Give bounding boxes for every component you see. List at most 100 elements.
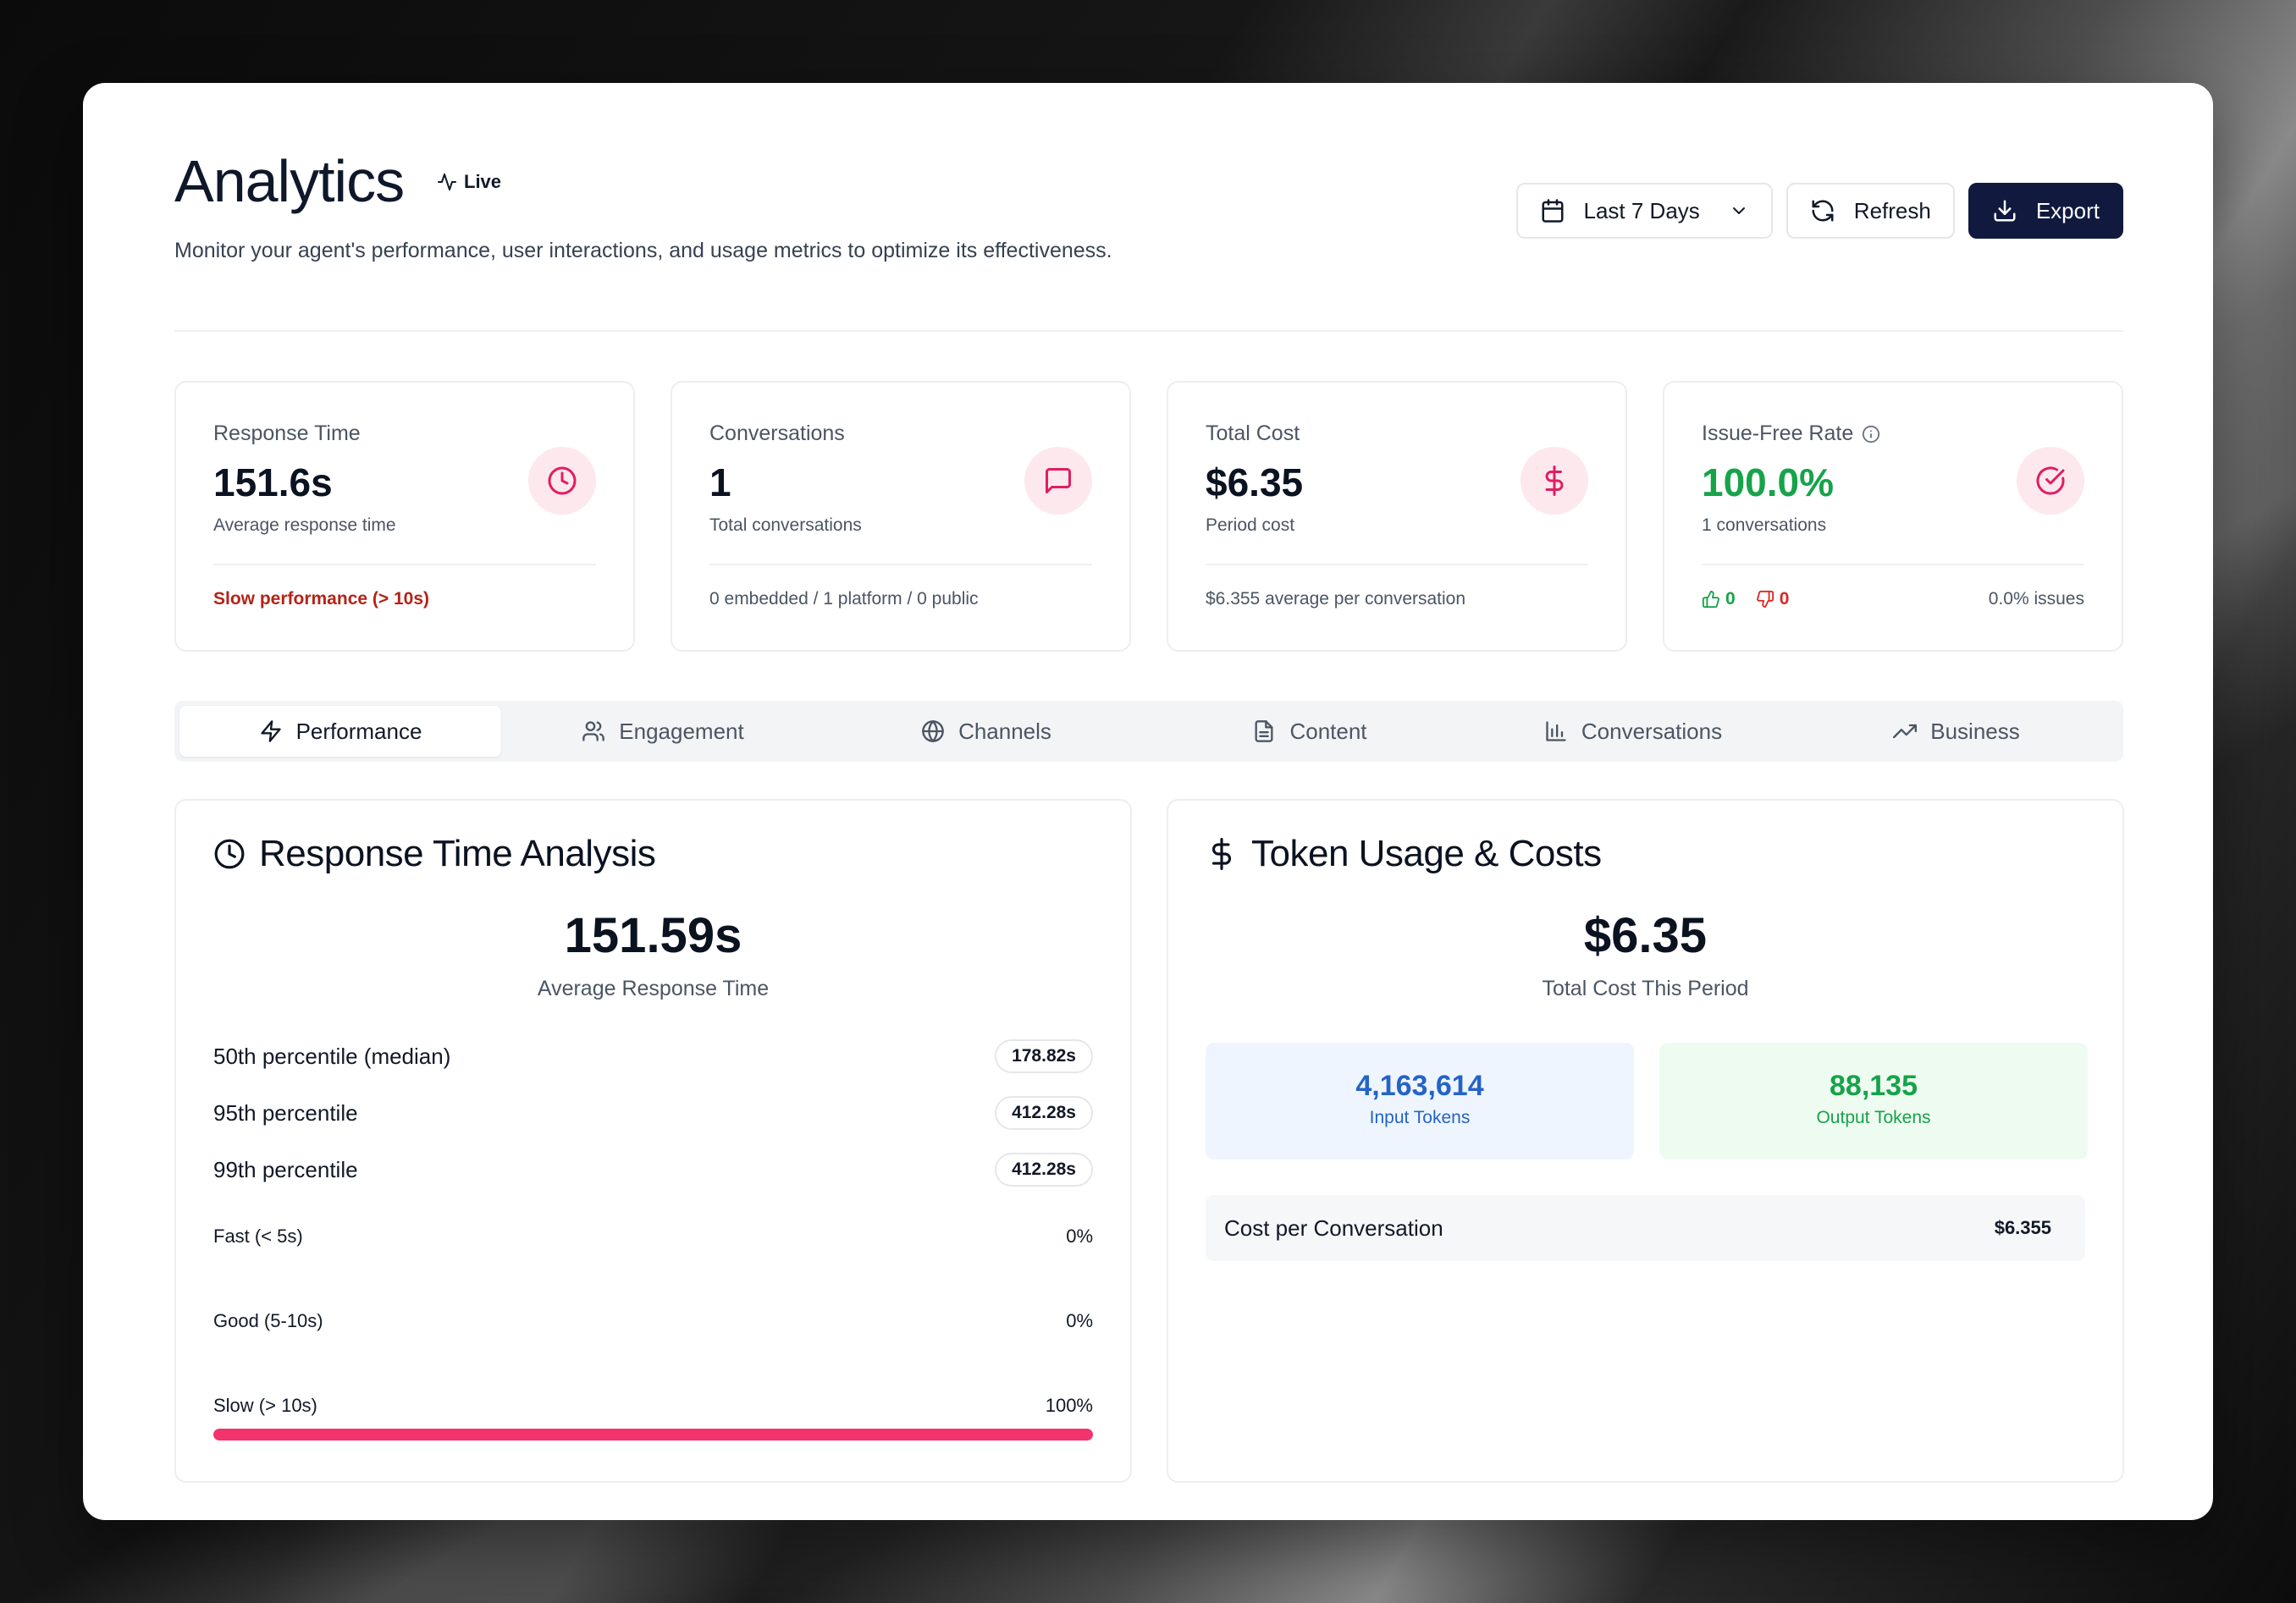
stat-divider bbox=[213, 564, 596, 565]
bar-chart-icon bbox=[1546, 721, 1566, 741]
refresh-button[interactable]: Refresh bbox=[1785, 183, 1955, 239]
percentile-value: 412.28s bbox=[995, 1096, 1093, 1130]
activity-icon bbox=[438, 174, 456, 190]
percentile-value: 178.82s bbox=[995, 1039, 1093, 1073]
calendar-icon bbox=[1542, 199, 1563, 223]
percentile-row: 99th percentile 412.28s bbox=[213, 1153, 1093, 1187]
tab-performance[interactable]: Performance bbox=[179, 706, 501, 757]
header-divider bbox=[174, 330, 2123, 332]
token-usage-panel: Token Usage & Costs $6.35 Total Cost Thi… bbox=[1167, 799, 2124, 1483]
tab-business[interactable]: Business bbox=[1795, 706, 2118, 757]
tab-channels[interactable]: Channels bbox=[825, 706, 1148, 757]
stat-sub: Period cost bbox=[1206, 515, 1295, 535]
dollar-sign-icon bbox=[1211, 838, 1231, 870]
stat-label: Response Time bbox=[213, 421, 361, 445]
thumbs-down-count: 0 bbox=[1756, 589, 1790, 609]
zap-icon bbox=[260, 720, 281, 742]
stat-cards: Response Time 151.6s Average response ti… bbox=[174, 381, 2123, 652]
stat-label: Conversations bbox=[709, 421, 845, 445]
output-tokens-box: 88,135 Output Tokens bbox=[1659, 1043, 2088, 1160]
tab-label: Content bbox=[1289, 718, 1367, 744]
date-range-label: Last 7 Days bbox=[1583, 197, 1700, 223]
clock-icon bbox=[528, 447, 596, 515]
page-title: Analytics bbox=[174, 148, 405, 214]
tab-content[interactable]: Content bbox=[1148, 706, 1471, 757]
distribution-value: 0% bbox=[1066, 1226, 1093, 1247]
percentile-label: 95th percentile bbox=[213, 1099, 358, 1126]
stat-card-conversations: Conversations 1 Total conversations 0 em… bbox=[671, 381, 1131, 652]
input-tokens-value: 4,163,614 bbox=[1355, 1070, 1484, 1102]
stat-footer-row: 0 0 0.0% issues bbox=[1702, 589, 2084, 609]
stat-label: Issue-Free Rate bbox=[1702, 421, 1854, 445]
avg-response-label: Average Response Time bbox=[537, 977, 770, 1000]
stat-card-response-time: Response Time 151.6s Average response ti… bbox=[174, 381, 635, 652]
percentile-value: 412.28s bbox=[995, 1153, 1093, 1187]
issues-rate: 0.0% issues bbox=[1988, 589, 2084, 609]
panel-title: Response Time Analysis bbox=[213, 833, 656, 875]
date-range-select[interactable]: Last 7 Days bbox=[1515, 183, 1773, 239]
panel-title-text: Response Time Analysis bbox=[259, 833, 656, 874]
export-button[interactable]: Export bbox=[1968, 183, 2123, 239]
avg-response-value: 151.59s bbox=[564, 908, 742, 963]
globe-icon bbox=[922, 720, 944, 742]
trending-up-icon bbox=[1893, 724, 1918, 739]
tab-label: Performance bbox=[295, 718, 422, 744]
page-subtitle: Monitor your agent's performance, user i… bbox=[174, 239, 1112, 262]
percentile-row: 95th percentile 412.28s bbox=[213, 1096, 1093, 1130]
total-cost-label: Total Cost This Period bbox=[1542, 977, 1749, 1000]
clock-icon bbox=[214, 839, 245, 869]
input-tokens-box: 4,163,614 Input Tokens bbox=[1206, 1043, 1634, 1160]
percentile-label: 99th percentile bbox=[213, 1156, 358, 1182]
response-time-panel: Response Time Analysis 151.59s Average R… bbox=[174, 799, 1132, 1483]
input-tokens-label: Input Tokens bbox=[1369, 1108, 1471, 1127]
info-icon[interactable] bbox=[1862, 425, 1880, 443]
header-actions: Last 7 Days Refresh Export bbox=[1515, 183, 2123, 239]
cost-per-conversation-label: Cost per Conversation bbox=[1224, 1215, 1443, 1241]
live-indicator: Live bbox=[437, 171, 501, 193]
stat-divider bbox=[709, 564, 1092, 565]
tab-label: Engagement bbox=[619, 718, 744, 744]
thumbs-down-value: 0 bbox=[1779, 589, 1790, 609]
stat-label: Total Cost bbox=[1206, 421, 1300, 445]
stat-footer: $6.355 average per conversation bbox=[1206, 589, 1466, 609]
stat-divider bbox=[1206, 564, 1588, 565]
dollar-sign-icon bbox=[1521, 447, 1588, 515]
message-square-icon bbox=[1024, 447, 1092, 515]
stat-label-row: Issue-Free Rate bbox=[1702, 421, 2084, 446]
stat-card-total-cost: Total Cost $6.35 Period cost $6.355 aver… bbox=[1167, 381, 1627, 652]
stat-sub: Average response time bbox=[213, 515, 396, 535]
output-tokens-label: Output Tokens bbox=[1816, 1108, 1931, 1127]
distribution-bar-slow bbox=[213, 1429, 1093, 1440]
refresh-label: Refresh bbox=[1853, 197, 1931, 223]
cost-per-conversation-value: $6.355 bbox=[1994, 1217, 2051, 1238]
chevron-down-icon bbox=[1732, 207, 1745, 214]
check-circle-icon bbox=[2017, 447, 2084, 515]
stat-footer-warning: Slow performance (> 10s) bbox=[213, 589, 430, 609]
total-cost-value: $6.35 bbox=[1583, 908, 1708, 963]
distribution-bar-good bbox=[213, 1344, 1093, 1356]
tab-engagement[interactable]: Engagement bbox=[501, 706, 825, 757]
distribution-value: 0% bbox=[1066, 1310, 1093, 1331]
refresh-icon bbox=[1812, 200, 1834, 222]
output-tokens-value: 88,135 bbox=[1830, 1070, 1918, 1102]
distribution-label: Slow (> 10s) bbox=[213, 1395, 317, 1416]
stat-footer: 0 embedded / 1 platform / 0 public bbox=[709, 589, 979, 609]
tab-label: Channels bbox=[958, 718, 1051, 744]
analytics-tabs: Performance Engagement Channels Content … bbox=[174, 701, 2123, 762]
file-text-icon bbox=[1255, 720, 1273, 742]
distribution-row-fast: Fast (< 5s) 0% bbox=[213, 1226, 1093, 1248]
tab-label: Conversations bbox=[1581, 718, 1723, 744]
tab-conversations[interactable]: Conversations bbox=[1471, 706, 1795, 757]
feedback-counts: 0 0 bbox=[1702, 589, 1789, 609]
users-icon bbox=[582, 721, 605, 741]
distribution-value: 100% bbox=[1045, 1395, 1093, 1416]
distribution-fill bbox=[213, 1429, 1093, 1440]
distribution-bar-fast bbox=[213, 1259, 1093, 1271]
stat-card-issue-free-rate: Issue-Free Rate 100.0% 1 conversations 0 bbox=[1663, 381, 2123, 652]
download-icon bbox=[1994, 200, 2016, 222]
distribution-row-good: Good (5-10s) 0% bbox=[213, 1310, 1093, 1332]
thumbs-up-icon bbox=[1702, 590, 1719, 609]
live-label: Live bbox=[464, 171, 502, 192]
distribution-label: Fast (< 5s) bbox=[213, 1226, 303, 1247]
panel-title-text: Token Usage & Costs bbox=[1251, 833, 1602, 874]
